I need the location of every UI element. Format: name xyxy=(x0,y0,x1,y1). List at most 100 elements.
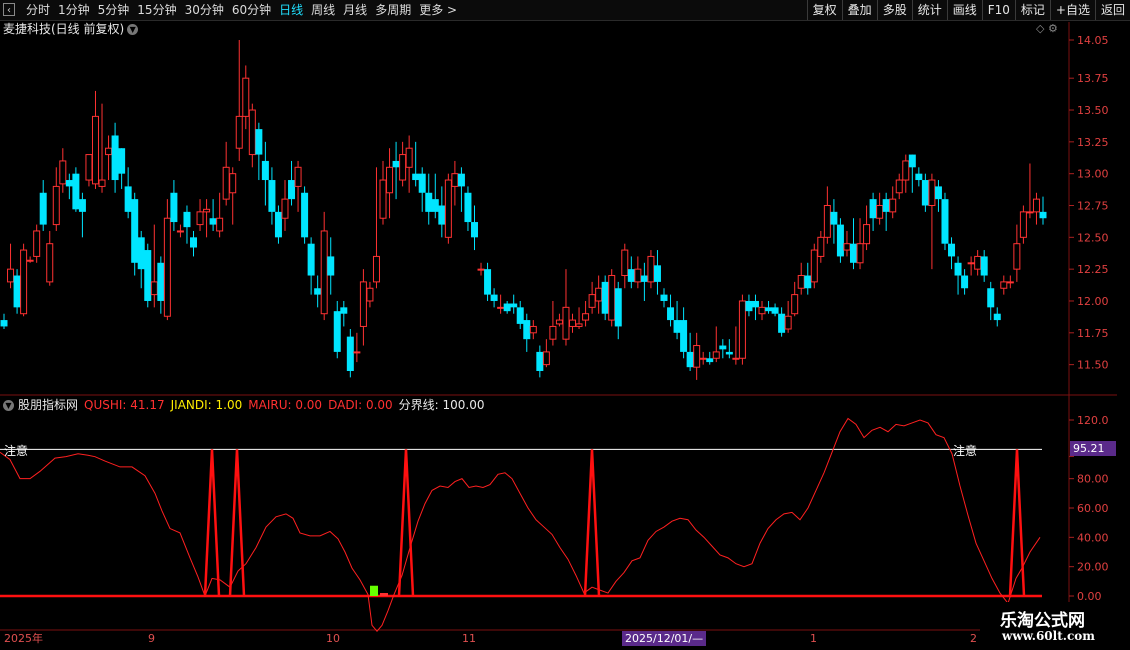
candle-body xyxy=(810,249,818,283)
candle-body xyxy=(229,173,237,194)
qushi-line xyxy=(0,417,1041,632)
candle-body xyxy=(190,237,198,248)
candle-body xyxy=(209,218,217,225)
candle-body xyxy=(667,307,675,321)
candle-body xyxy=(974,255,982,270)
candle-body xyxy=(895,179,903,194)
current-level-box: 95.21 xyxy=(1070,441,1116,456)
candle-body xyxy=(640,275,648,282)
candle-body xyxy=(967,262,975,265)
indicator-tick-label: 120.0 xyxy=(1077,414,1109,427)
candle-body xyxy=(470,222,478,238)
candle-body xyxy=(712,351,720,359)
candle-body xyxy=(372,255,380,283)
candle-body xyxy=(588,294,596,308)
candle-body xyxy=(784,315,792,330)
candle-body xyxy=(33,230,41,257)
candle-body xyxy=(353,351,361,354)
mairu-signal xyxy=(1008,449,1026,597)
chevron-down-icon[interactable]: ▼ xyxy=(3,400,14,411)
price-tick-label: 11.75 xyxy=(1077,327,1109,340)
indicator-tick-label: 40.00 xyxy=(1077,531,1109,544)
candle-body xyxy=(863,224,871,245)
price-tick-label: 12.75 xyxy=(1077,200,1109,213)
candle-body xyxy=(268,180,276,212)
indicator-value: DADI: 0.00 xyxy=(328,398,393,412)
candle-body xyxy=(222,166,230,200)
candle-body xyxy=(176,230,184,233)
price-tick-label: 13.00 xyxy=(1077,168,1109,181)
candle-body xyxy=(255,129,263,155)
candle-body xyxy=(91,115,99,185)
candle-body xyxy=(608,275,616,321)
candle-body xyxy=(26,259,34,262)
candle-body xyxy=(418,173,426,193)
candle-body xyxy=(549,325,557,340)
candle-body xyxy=(196,211,204,226)
candle-body xyxy=(993,313,1001,321)
candle-body xyxy=(314,288,322,295)
candle-body xyxy=(340,307,348,314)
candle-body xyxy=(98,179,106,187)
candle-body xyxy=(869,199,877,219)
candle-body xyxy=(20,249,28,315)
candle-body xyxy=(425,192,433,212)
candle-body xyxy=(738,300,746,359)
candle-body xyxy=(1026,211,1034,214)
candle-body xyxy=(39,192,47,225)
candle-body xyxy=(621,249,629,277)
mairu-signal xyxy=(203,449,221,597)
candle-body xyxy=(288,180,296,200)
candle-body xyxy=(876,205,884,219)
candle-body xyxy=(477,268,485,271)
candle-body xyxy=(516,307,524,324)
candle-body xyxy=(1019,211,1027,238)
candle-body xyxy=(745,300,753,312)
candle-body xyxy=(836,224,844,257)
candle-body xyxy=(379,179,387,219)
candle-body xyxy=(817,236,825,257)
candle-body xyxy=(686,351,694,368)
warning-label: 注意 xyxy=(953,444,978,458)
candle-body xyxy=(1013,243,1021,270)
candle-body xyxy=(510,303,518,308)
candle-body xyxy=(157,262,165,301)
candle-body xyxy=(693,345,701,368)
candle-body xyxy=(915,173,923,181)
candle-body xyxy=(804,275,812,289)
candle-body xyxy=(0,320,8,327)
candle-body xyxy=(529,325,537,334)
candle-body xyxy=(327,256,335,276)
candle-body xyxy=(1032,198,1040,213)
candle-body xyxy=(1000,281,1008,289)
indicator-tick-label: 80.00 xyxy=(1077,473,1109,486)
candle-body xyxy=(647,255,655,283)
candle-body xyxy=(954,262,962,276)
candle-body xyxy=(830,211,838,225)
candle-body xyxy=(562,306,570,340)
candle-body xyxy=(301,192,309,238)
candle-body xyxy=(163,217,171,317)
candle-body xyxy=(771,307,779,314)
kline-chart[interactable]: 14.05 13.75 13.50 13.25 13.00 12.75 12.50 12.25… xyxy=(0,0,1130,650)
candle-body xyxy=(987,288,995,308)
candle-body xyxy=(235,115,243,149)
candle-body xyxy=(797,275,805,289)
candle-body xyxy=(490,294,498,301)
candle-body xyxy=(457,173,465,187)
candle-body xyxy=(542,351,550,366)
candle-body xyxy=(706,358,714,363)
candle-body xyxy=(451,173,459,187)
candle-body xyxy=(59,160,67,185)
candle-body xyxy=(575,323,583,327)
candle-body xyxy=(601,281,609,314)
candle-body xyxy=(412,173,420,181)
candle-body xyxy=(823,205,831,238)
date-label: 1 xyxy=(810,632,817,645)
candle-body xyxy=(294,166,302,187)
candle-body xyxy=(1006,281,1014,284)
candle-body xyxy=(242,77,250,117)
candle-body xyxy=(216,217,224,232)
date-label: 9 xyxy=(148,632,155,645)
candle-body xyxy=(52,185,60,226)
